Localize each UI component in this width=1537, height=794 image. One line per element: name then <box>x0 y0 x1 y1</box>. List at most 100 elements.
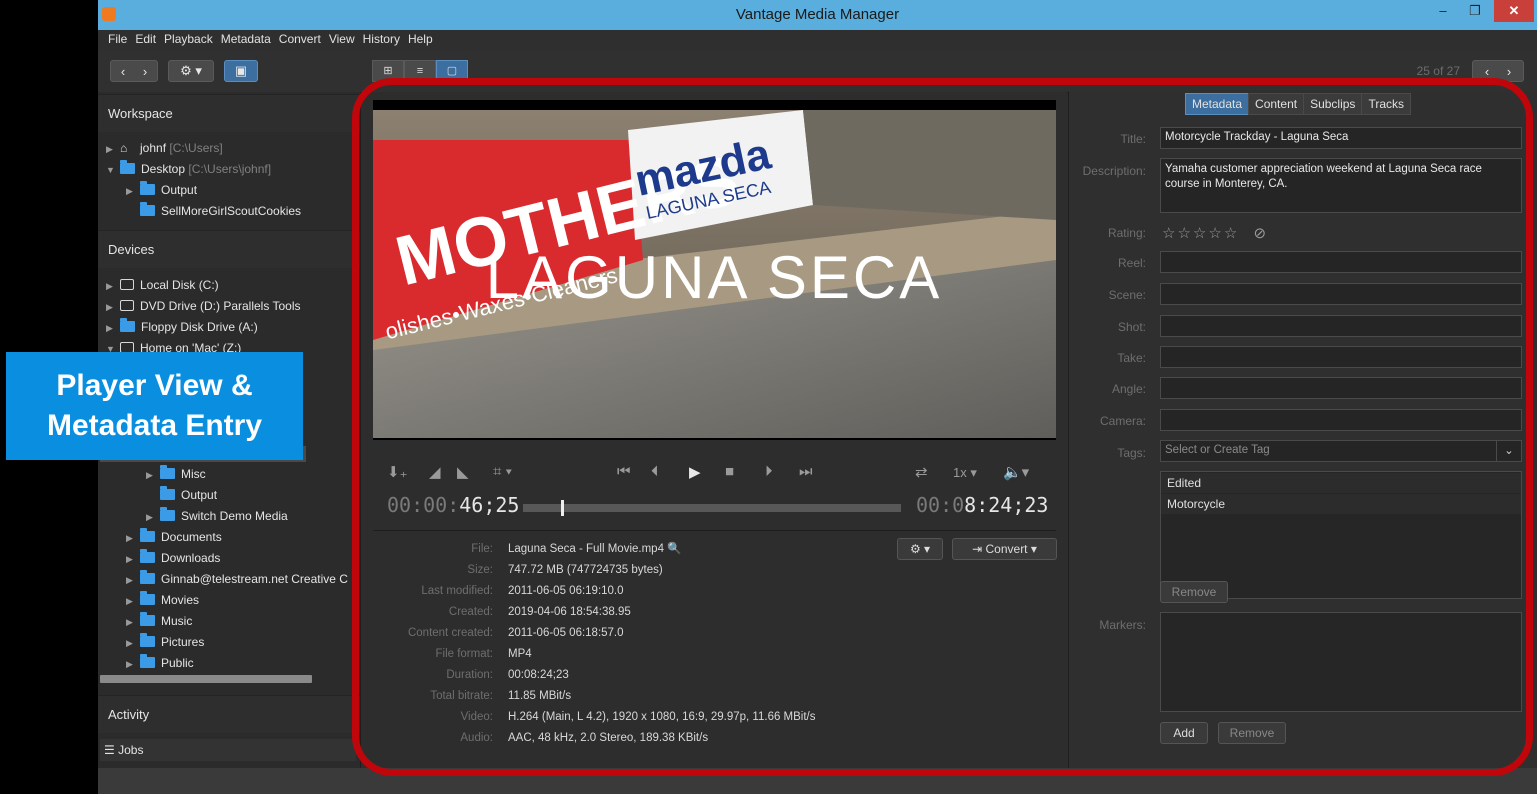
tree-item-label: SellMoreGirlScoutCookies <box>161 204 302 218</box>
expand-arrow-icon[interactable]: ▶ <box>106 297 120 317</box>
tree-item-sellmoregirlscoutcookies[interactable]: SellMoreGirlScoutCookies <box>140 201 301 221</box>
folder-icon <box>160 507 175 521</box>
folder-open-icon <box>120 160 135 174</box>
expand-arrow-icon[interactable]: ▶ <box>126 528 140 548</box>
tree-item-label: Music <box>161 614 193 628</box>
tree-item-label: Floppy Disk Drive (A:) <box>141 320 258 334</box>
minimize-button[interactable]: – <box>1428 0 1458 22</box>
folder-icon <box>140 528 155 542</box>
expand-arrow-icon[interactable]: ▶ <box>126 654 140 674</box>
tree-item-pictures[interactable]: ▶ Pictures <box>126 632 204 652</box>
menu-view[interactable]: View <box>325 30 359 48</box>
tree-item-output[interactable]: ▶ Output <box>126 180 197 200</box>
menu-file[interactable]: File <box>98 30 131 48</box>
folder-icon <box>140 570 155 584</box>
folder-icon <box>160 465 175 479</box>
highlight-outline <box>352 78 1533 776</box>
tree-item-music[interactable]: ▶ Music <box>126 611 192 631</box>
jobs-list-icon: ☰ <box>104 743 119 757</box>
window-title: Vantage Media Manager <box>735 6 900 23</box>
tree-item-label: Documents <box>161 530 222 544</box>
menu-playback[interactable]: Playback <box>160 30 217 48</box>
sidebar-horizontal-scrollbar[interactable] <box>100 675 312 683</box>
menu-help[interactable]: Help <box>404 30 437 48</box>
menu-history[interactable]: History <box>359 30 404 48</box>
menu-edit[interactable]: Edit <box>131 30 160 48</box>
folder-icon <box>140 654 155 668</box>
tree-item-label: Output <box>181 488 218 502</box>
tree-item-desktop[interactable]: ▼ Desktop [C:\Users\johnf] <box>106 159 271 179</box>
item-counter: 25 of 27 <box>1416 64 1460 78</box>
menu-bar: File Edit Playback Metadata Convert View Histo… <box>98 30 1537 50</box>
tree-item-output-2[interactable]: Output <box>160 485 217 505</box>
hard-disk-icon <box>120 279 134 290</box>
jobs-item[interactable]: ☰ Jobs <box>100 739 356 761</box>
back-arrow-icon[interactable]: ‹ <box>112 64 134 79</box>
tree-item-label: Misc <box>181 467 206 481</box>
tree-item-dvd-drive[interactable]: ▶ DVD Drive (D:) Parallels Tools <box>106 296 300 316</box>
expand-arrow-icon[interactable]: ▶ <box>126 549 140 569</box>
expand-arrow-icon[interactable]: ▶ <box>106 318 120 338</box>
folder-icon <box>140 181 155 195</box>
tree-item-floppy-drive[interactable]: ▶ Floppy Disk Drive (A:) <box>106 317 258 337</box>
tree-item-label: Downloads <box>161 551 221 565</box>
tree-item-label: johnf <box>140 141 167 155</box>
workspace-header: Workspace <box>98 94 360 132</box>
tree-item-public[interactable]: ▶ Public <box>126 653 194 673</box>
tree-item-label: Desktop <box>141 162 186 176</box>
tree-item-movies[interactable]: ▶ Movies <box>126 590 199 610</box>
maximize-button[interactable]: ❐ <box>1460 0 1490 22</box>
tree-item-label: Switch Demo Media <box>181 509 288 523</box>
tree-item-label: Public <box>161 656 194 670</box>
expand-arrow-icon[interactable]: ▶ <box>126 181 140 201</box>
expand-arrow-icon[interactable]: ▶ <box>146 465 160 485</box>
nav-back-forward[interactable]: ‹ › <box>110 60 158 82</box>
title-bar: Vantage Media Manager – ❐ ✕ <box>98 0 1537 30</box>
forward-arrow-icon[interactable]: › <box>134 64 156 79</box>
tree-item-creative-cloud[interactable]: ▶ Ginnab@telestream.net Creative C <box>126 569 348 589</box>
expand-arrow-icon[interactable]: ▶ <box>126 612 140 632</box>
callout-line-2: Metadata Entry <box>46 409 263 442</box>
tree-item-label: Pictures <box>161 635 205 649</box>
folder-icon <box>160 486 175 500</box>
tree-item-local-disk[interactable]: ▶ Local Disk (C:) <box>106 275 219 295</box>
expand-arrow-icon[interactable]: ▶ <box>146 507 160 527</box>
tree-item-johnf[interactable]: ▶ ⌂ johnf [C:\Users] <box>106 138 223 158</box>
folder-import-icon: ▣ <box>234 63 248 78</box>
tree-item-switch-demo-media[interactable]: ▶ Switch Demo Media <box>146 506 288 526</box>
prev-item-icon[interactable]: ‹ <box>1476 64 1498 79</box>
tree-item-label: Local Disk (C:) <box>140 278 219 292</box>
tree-item-path: [C:\Users\johnf] <box>188 162 272 176</box>
tree-item-documents[interactable]: ▶ Documents <box>126 527 222 547</box>
expand-arrow-icon[interactable]: ▶ <box>106 139 120 159</box>
collapse-arrow-icon[interactable]: ▼ <box>106 160 120 180</box>
expand-arrow-icon[interactable]: ▶ <box>126 633 140 653</box>
menu-metadata[interactable]: Metadata <box>217 30 275 48</box>
callout-label: Player View & Metadata Entry <box>6 352 303 460</box>
jobs-label: Jobs <box>118 743 144 757</box>
next-item-icon[interactable]: › <box>1498 64 1520 79</box>
devices-header: Devices <box>98 230 360 268</box>
activity-header: Activity <box>98 695 360 733</box>
menu-convert[interactable]: Convert <box>275 30 325 48</box>
expand-arrow-icon[interactable]: ▶ <box>106 276 120 296</box>
folder-icon <box>140 549 155 563</box>
tree-item-label: DVD Drive (D:) Parallels Tools <box>140 299 301 313</box>
expand-arrow-icon[interactable]: ▶ <box>126 570 140 589</box>
tree-item-label: Movies <box>161 593 200 607</box>
tree-item-misc[interactable]: ▶ Misc <box>146 464 206 484</box>
tree-item-label: Output <box>161 183 198 197</box>
import-folder-button[interactable]: ▣ <box>224 60 258 82</box>
settings-menu-button[interactable]: ⚙ ▾ <box>168 60 214 82</box>
home-icon: ⌂ <box>120 141 128 155</box>
expand-arrow-icon[interactable]: ▶ <box>126 591 140 611</box>
folder-icon <box>140 202 155 216</box>
folder-icon <box>140 591 155 605</box>
callout-line-1: Player View & <box>56 369 253 402</box>
tree-item-path: [C:\Users] <box>169 141 223 155</box>
dvd-drive-icon <box>120 300 134 311</box>
close-button[interactable]: ✕ <box>1494 0 1534 22</box>
tree-item-downloads[interactable]: ▶ Downloads <box>126 548 220 568</box>
gear-icon: ⚙ ▾ <box>180 63 202 78</box>
folder-icon <box>120 318 135 332</box>
